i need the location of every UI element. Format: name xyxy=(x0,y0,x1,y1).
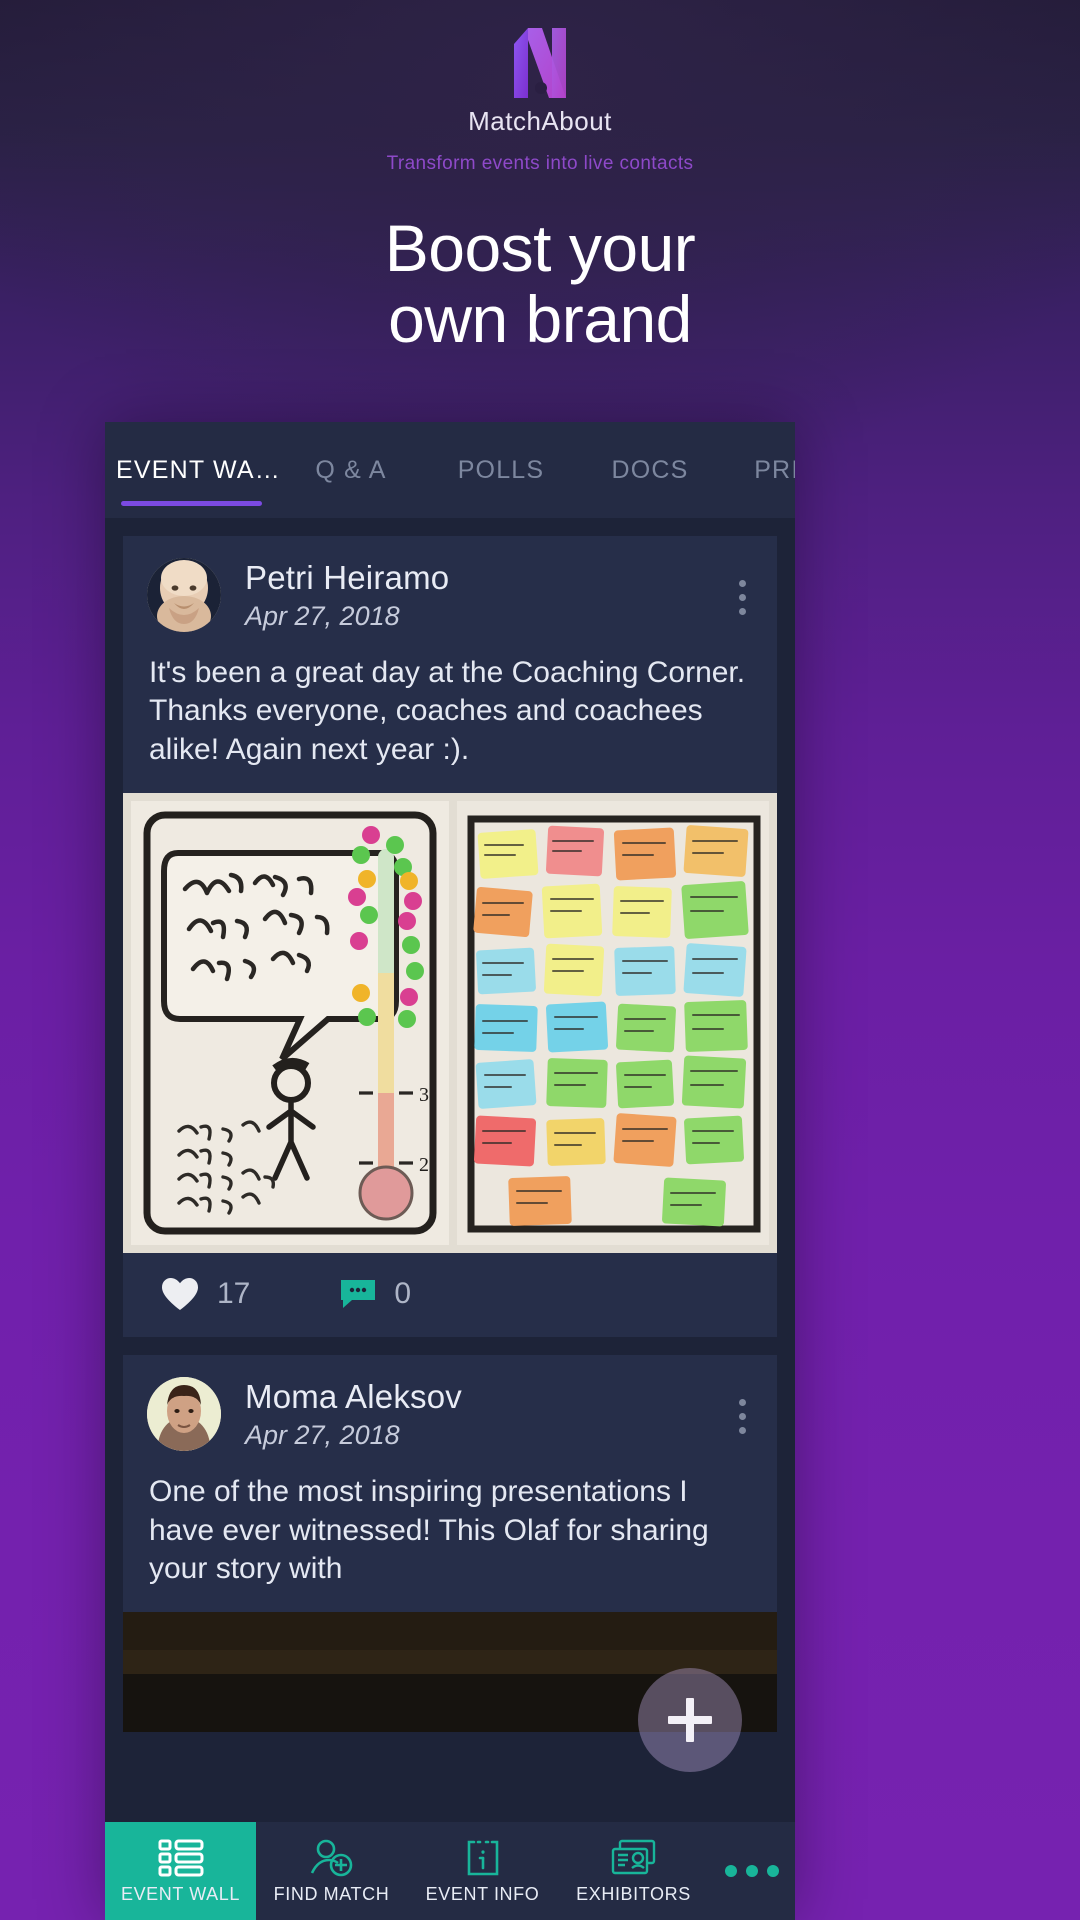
more-dots-icon xyxy=(767,1865,779,1877)
tab-qa[interactable]: Q & A xyxy=(276,422,426,518)
brand-name: MatchAbout xyxy=(468,106,612,136)
page-headline: Boost your own brand xyxy=(384,211,696,357)
tab-active-indicator xyxy=(121,501,262,506)
nav-label: EXHIBITORS xyxy=(576,1883,691,1904)
post-author-name: Moma Aleksov xyxy=(245,1377,462,1415)
kebab-dot xyxy=(739,1399,746,1407)
tab-docs[interactable]: DOCS xyxy=(576,422,724,518)
post-author-block: Moma Aleksov Apr 27, 2018 xyxy=(245,1378,462,1451)
post-menu-button[interactable] xyxy=(739,580,747,622)
tab-prize[interactable]: PRIZE xyxy=(724,422,795,518)
post-actions[interactable]: 17 0 xyxy=(123,1253,777,1337)
svg-text:3: 3 xyxy=(419,1084,429,1106)
post-body: It's been a great day at the Coaching Co… xyxy=(123,640,777,793)
post-body: One of the most inspiring presentations … xyxy=(123,1459,777,1612)
comment-action[interactable]: 0 xyxy=(340,1277,411,1311)
kebab-dot xyxy=(739,1413,746,1421)
avatar[interactable] xyxy=(147,558,221,632)
avatar-photo xyxy=(147,1377,221,1452)
exhibitor-cards-icon xyxy=(611,1839,655,1874)
tab-label: EVENT WA… xyxy=(116,455,281,484)
create-post-fab[interactable] xyxy=(638,1668,742,1772)
kebab-dot xyxy=(739,1427,746,1435)
more-dots-icon xyxy=(746,1865,758,1877)
nav-label: EVENT INFO xyxy=(425,1883,540,1904)
post-header: Moma Aleksov Apr 27, 2018 xyxy=(123,1355,777,1459)
bottom-navigation[interactable]: EVENT WALL FIND MATCH EVENT INFO EXHIBIT… xyxy=(105,1822,795,1920)
kebab-dot xyxy=(739,580,746,587)
avatar[interactable] xyxy=(147,1377,221,1452)
like-count: 17 xyxy=(217,1277,251,1311)
plus-icon xyxy=(668,1698,712,1742)
content-tab-bar[interactable]: EVENT WA… Q & A POLLS DOCS PRIZE xyxy=(105,422,795,518)
nav-item-exhibitors[interactable]: EXHIBITORS xyxy=(558,1822,709,1920)
post-card[interactable]: Petri Heiramo Apr 27, 2018 It's been a g… xyxy=(123,536,777,1338)
post-image[interactable]: 3 2 xyxy=(123,793,777,1254)
brand-lockup: MatchAbout xyxy=(468,26,612,137)
post-date: Apr 27, 2018 xyxy=(245,1419,400,1450)
nav-label: FIND MATCH xyxy=(273,1883,390,1904)
heart-icon xyxy=(162,1278,198,1311)
tab-label: DOCS xyxy=(611,455,689,484)
comment-count: 0 xyxy=(394,1277,412,1311)
brand-tagline: Transform events into live contacts xyxy=(386,153,694,174)
nav-label: EVENT WALL xyxy=(120,1883,241,1904)
avatar-photo xyxy=(147,558,221,632)
post-text: It's been a great day at the Coaching Co… xyxy=(149,656,746,766)
post-author-name: Petri Heiramo xyxy=(245,558,450,596)
post-author-block: Petri Heiramo Apr 27, 2018 xyxy=(245,559,449,632)
headline-line-1: Boost your xyxy=(384,211,696,285)
person-add-icon xyxy=(310,1839,352,1876)
tab-label: PRIZE xyxy=(754,455,795,484)
info-card-icon xyxy=(467,1840,498,1875)
tab-label: Q & A xyxy=(315,455,387,484)
comment-icon xyxy=(341,1280,376,1309)
post-header: Petri Heiramo Apr 27, 2018 xyxy=(123,536,777,640)
nav-item-event-info[interactable]: EVENT INFO xyxy=(407,1822,558,1920)
nav-item-event-wall[interactable]: EVENT WALL xyxy=(105,1822,256,1920)
grid-list-icon xyxy=(158,1839,203,1876)
tab-label: POLLS xyxy=(457,455,545,484)
matchabout-m-logo-icon xyxy=(514,28,566,98)
hero-header: MatchAbout Transform events into live co… xyxy=(0,0,1080,420)
like-action[interactable]: 17 xyxy=(161,1277,250,1311)
headline-line-2: own brand xyxy=(388,282,692,357)
nav-item-find-match[interactable]: FIND MATCH xyxy=(256,1822,407,1920)
tab-polls[interactable]: POLLS xyxy=(426,422,576,518)
kebab-dot xyxy=(739,594,746,601)
post-date: Apr 27, 2018 xyxy=(245,600,400,631)
tab-event-wall[interactable]: EVENT WA… xyxy=(116,422,280,518)
post-menu-button[interactable] xyxy=(739,1399,747,1441)
more-dots-icon xyxy=(725,1865,737,1877)
svg-text:2: 2 xyxy=(419,1154,429,1176)
post-image-graphic: 3 2 xyxy=(123,793,777,1254)
post-text: One of the most inspiring presentations … xyxy=(149,1475,709,1585)
kebab-dot xyxy=(739,608,746,615)
nav-item-more[interactable] xyxy=(709,1822,795,1920)
app-screen: EVENT WA… Q & A POLLS DOCS PRIZE xyxy=(105,422,795,1920)
